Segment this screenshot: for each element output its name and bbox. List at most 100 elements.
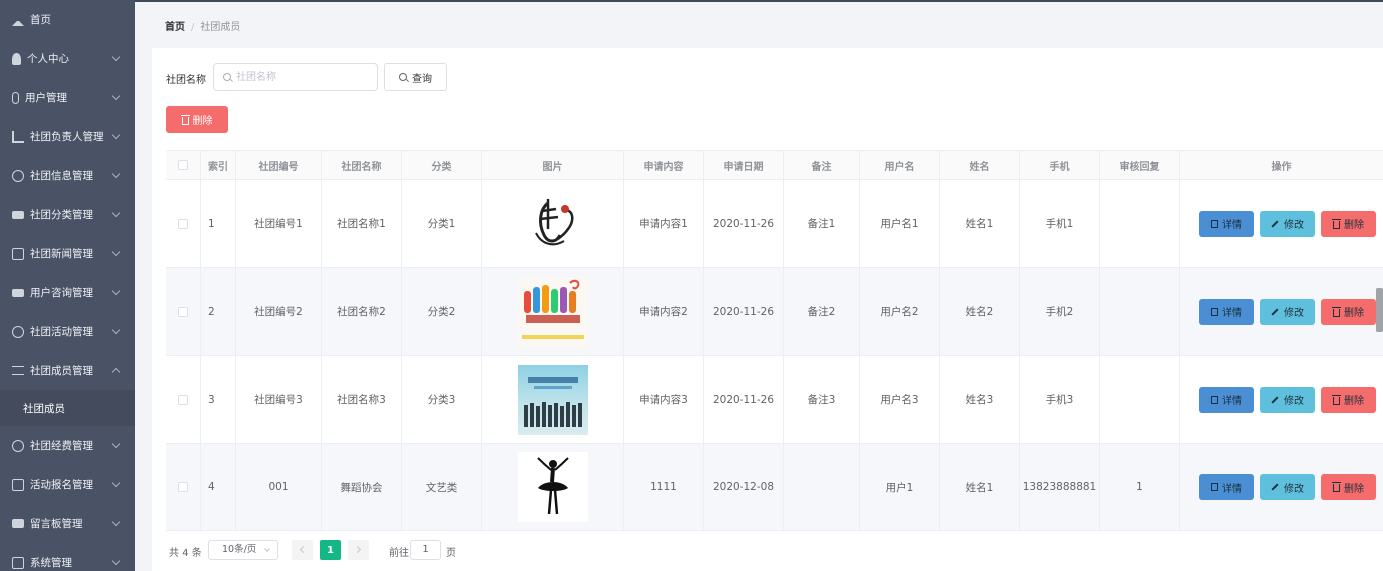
prev-page-button[interactable]	[292, 540, 313, 560]
main-content: 首页 / 社团成员 社团名称 查询 删除 索引 社团编号 社团名称 分类 图片 申请…	[135, 2, 1383, 571]
edit-button[interactable]: 修改	[1260, 298, 1315, 325]
detail-button[interactable]: 详情	[1199, 474, 1254, 500]
sidebar-item-member-management[interactable]: 社团成员管理	[0, 351, 135, 390]
cell-date: 2020-11-26	[704, 180, 784, 267]
sidebar-item-label: 用户咨询管理	[30, 287, 93, 299]
sidebar-item-consult-management[interactable]: 用户咨询管理	[0, 273, 135, 312]
cell-username: 用户名3	[860, 356, 940, 443]
edit-button[interactable]: 修改	[1260, 386, 1315, 413]
cell-content: 1111	[624, 444, 704, 530]
detail-label: 详情	[1222, 220, 1242, 231]
query-button[interactable]: 查询	[384, 63, 447, 91]
sidebar-item-label: 首页	[30, 14, 51, 26]
sidebar-item-club-info-management[interactable]: 社团信息管理	[0, 156, 135, 195]
cell-index: 2	[201, 268, 236, 355]
sidebar-item-user-management[interactable]: 用户管理	[0, 78, 135, 117]
cell-reply	[1100, 180, 1180, 267]
trash-icon	[1332, 482, 1341, 492]
header-cell: 审核回复	[1100, 151, 1180, 179]
cell-actions: 详情 修改 删除	[1180, 268, 1383, 355]
cell-image	[482, 180, 624, 267]
cell-reply	[1100, 268, 1180, 355]
row-checkbox[interactable]	[178, 394, 188, 405]
cell-index: 4	[201, 444, 236, 530]
row-select	[166, 444, 201, 530]
cell-date: 2020-12-08	[704, 444, 784, 530]
message-icon	[12, 478, 24, 491]
next-page-button[interactable]	[348, 540, 369, 560]
goto-page-input[interactable]: 1	[410, 540, 441, 560]
sidebar-subitem-members[interactable]: 社团成员	[0, 390, 135, 426]
batch-delete-button[interactable]: 删除	[166, 106, 228, 133]
sidebar-item-leader-management[interactable]: 社团负责人管理	[0, 117, 135, 156]
chevron-down-icon	[264, 546, 270, 552]
page-size-select[interactable]: 10条/页	[208, 540, 278, 560]
delete-button[interactable]: 删除	[1321, 474, 1376, 500]
detail-button[interactable]: 详情	[1199, 298, 1254, 325]
detail-label: 详情	[1222, 396, 1242, 407]
detail-button[interactable]: 详情	[1199, 386, 1254, 413]
table-header-row: 索引 社团编号 社团名称 分类 图片 申请内容 申请日期 备注 用户名 姓名 手…	[166, 151, 1383, 180]
sidebar-item-label: 社团信息管理	[30, 170, 93, 182]
speedometer-icon	[12, 439, 24, 452]
detail-button[interactable]: 详情	[1199, 210, 1254, 237]
delete-label: 删除	[1344, 396, 1364, 407]
breadcrumb-separator: /	[191, 22, 195, 33]
row-checkbox[interactable]	[178, 218, 188, 229]
cell-realname: 姓名1	[940, 444, 1020, 530]
breadcrumb-home[interactable]: 首页	[165, 22, 185, 33]
cell-actions: 详情 修改 删除	[1180, 356, 1383, 443]
monitor-icon	[12, 210, 24, 219]
cell-realname: 姓名2	[940, 268, 1020, 355]
cell-index: 3	[201, 356, 236, 443]
page-number-button[interactable]: 1	[320, 540, 341, 560]
cell-remark: 备注2	[784, 268, 860, 355]
cell-code: 001	[236, 444, 322, 530]
cell-code: 社团编号1	[236, 180, 322, 267]
sidebar-item-signup-management[interactable]: 活动报名管理	[0, 465, 135, 504]
club-image[interactable]	[517, 276, 588, 347]
sidebar-item-home[interactable]: 首页	[0, 0, 135, 39]
edit-label: 修改	[1284, 308, 1304, 319]
trash-icon	[1332, 394, 1341, 405]
header-cell: 用户名	[860, 151, 940, 179]
header-cell: 图片	[482, 151, 624, 179]
cell-remark: 备注3	[784, 356, 860, 443]
sidebar-item-label: 社团分类管理	[30, 209, 93, 221]
sidebar-item-personal-center[interactable]: 个人中心	[0, 39, 135, 78]
sidebar-item-funds-management[interactable]: 社团经费管理	[0, 426, 135, 465]
compass-icon	[12, 169, 24, 182]
row-checkbox[interactable]	[178, 482, 188, 492]
sidebar-item-activity-management[interactable]: 社团活动管理	[0, 312, 135, 351]
row-checkbox[interactable]	[178, 306, 188, 317]
delete-button[interactable]: 删除	[1321, 386, 1376, 413]
cell-username: 用户名1	[860, 180, 940, 267]
search-field[interactable]	[213, 63, 378, 91]
copy-icon	[12, 247, 24, 260]
search-icon	[223, 73, 231, 81]
search-input[interactable]	[236, 69, 371, 85]
header-cell: 社团名称	[322, 151, 402, 179]
edit-button[interactable]: 修改	[1260, 210, 1315, 237]
sidebar-item-guestbook-management[interactable]: 留言板管理	[0, 504, 135, 543]
bar-chart-icon	[12, 130, 24, 143]
delete-button[interactable]: 删除	[1321, 210, 1376, 237]
club-image[interactable]	[517, 452, 588, 522]
vertical-scrollbar-thumb[interactable]	[1376, 288, 1383, 332]
club-image[interactable]	[517, 188, 588, 259]
delete-label: 删除	[1344, 220, 1364, 231]
delete-button[interactable]: 删除	[1321, 298, 1376, 325]
edit-button[interactable]: 修改	[1260, 474, 1315, 500]
sidebar-item-system-management[interactable]: 系统管理	[0, 543, 135, 571]
sidebar-item-category-management[interactable]: 社团分类管理	[0, 195, 135, 234]
document-icon	[1211, 219, 1218, 228]
select-all-checkbox[interactable]	[178, 160, 188, 170]
sidebar-item-news-management[interactable]: 社团新闻管理	[0, 234, 135, 273]
document-icon	[1211, 307, 1218, 316]
pagination-total: 共 4 条	[169, 548, 202, 559]
sidebar-item-label: 社团活动管理	[30, 326, 93, 338]
sidebar-item-label: 社团负责人管理	[30, 131, 104, 143]
cell-image	[482, 356, 624, 443]
chat-icon	[12, 288, 24, 297]
club-image[interactable]	[517, 364, 588, 435]
